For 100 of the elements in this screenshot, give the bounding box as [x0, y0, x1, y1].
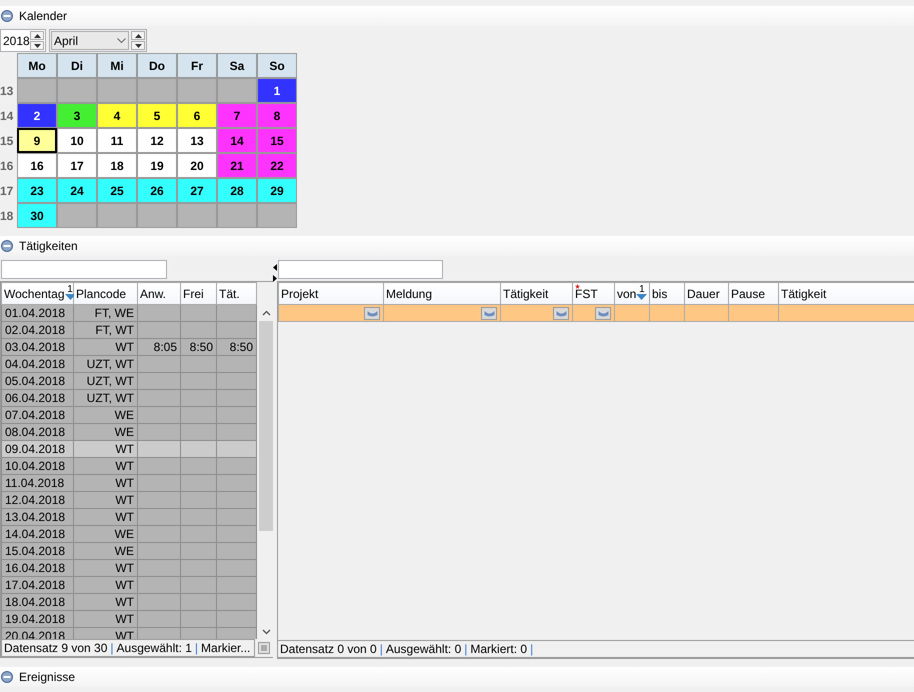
table-row[interactable]: 04.04.2018 UZT, WT	[2, 356, 256, 372]
calendar-day[interactable]: 20	[177, 153, 217, 178]
calendar-day[interactable]: 7	[217, 103, 257, 128]
sort-down-icon[interactable]	[636, 294, 648, 300]
calendar-day[interactable]: 12	[137, 128, 177, 153]
dropdown-button[interactable]	[553, 307, 569, 320]
table-row[interactable]: 02.04.2018 FT, WT	[2, 322, 256, 338]
sort-down-icon[interactable]	[64, 294, 76, 300]
table-row[interactable]: 05.04.2018 UZT, WT	[2, 372, 256, 390]
table-row[interactable]: 08.04.2018 WE	[2, 424, 256, 440]
calendar-day[interactable]: 11	[97, 128, 137, 153]
table-row[interactable]: 14.04.2018 WE	[2, 526, 256, 542]
calendar-day[interactable]: 26	[137, 178, 177, 203]
column-header[interactable]: Frei	[180, 282, 216, 304]
filter-field[interactable]	[278, 260, 443, 279]
down-arrow-icon[interactable]	[34, 44, 40, 48]
column-header[interactable]: Tätigkeit	[778, 282, 914, 304]
column-header[interactable]: bis	[650, 282, 684, 304]
calendar-day[interactable]: 3	[57, 103, 97, 128]
scroll-up-icon[interactable]	[262, 310, 271, 316]
scroll-thumb[interactable]	[259, 321, 273, 531]
calendar-day[interactable]: 29	[257, 178, 297, 203]
scroll-down-icon[interactable]	[262, 629, 271, 635]
column-header[interactable]: Tätigkeit	[500, 282, 572, 304]
filter-field[interactable]	[1, 260, 167, 279]
table-row[interactable]: 19.04.2018 WT	[2, 610, 256, 628]
calendar-day[interactable]: 14	[217, 128, 257, 153]
calendar-day[interactable]: 28	[217, 178, 257, 203]
calendar-day[interactable]: 22	[257, 153, 297, 178]
calendar-day[interactable]: 18	[97, 153, 137, 178]
calendar-day[interactable]: 9	[17, 128, 57, 153]
calendar-day[interactable]: 24	[57, 178, 97, 203]
table-row[interactable]: 06.04.2018 UZT, WT	[2, 390, 256, 406]
calendar-day[interactable]: 27	[177, 178, 217, 203]
week-number: 17	[0, 182, 14, 200]
calendar-day[interactable]: 2	[17, 103, 57, 128]
right-arrow-icon[interactable]	[273, 275, 277, 282]
table-row[interactable]: 07.04.2018 WE	[2, 406, 256, 424]
column-header[interactable]: Dauer	[684, 282, 728, 304]
input-cell[interactable]	[684, 304, 728, 322]
calendar-day[interactable]: 16	[17, 153, 57, 178]
calendar-day[interactable]: 19	[137, 153, 177, 178]
calendar-day[interactable]: 8	[257, 103, 297, 128]
column-header[interactable]: Meldung	[384, 282, 500, 304]
dropdown-button[interactable]	[481, 307, 497, 320]
column-header[interactable]: Wochentag 1	[2, 282, 74, 304]
table-row[interactable]: 10.04.2018 WT	[2, 458, 256, 474]
calendar-day[interactable]: 23	[17, 178, 57, 203]
column-header[interactable]: von 1	[614, 282, 650, 304]
input-cell[interactable]	[572, 304, 614, 322]
calendar-day[interactable]: 5	[137, 103, 177, 128]
table-cell: 8:50	[230, 340, 253, 354]
calendar-day[interactable]: 6	[177, 103, 217, 128]
chevron-down-icon[interactable]	[117, 38, 126, 43]
column-header[interactable]: Pause	[728, 282, 778, 304]
calendar-day[interactable]: 30	[17, 203, 57, 228]
input-cell[interactable]	[650, 304, 684, 322]
collapse-icon[interactable]	[1, 240, 13, 252]
year-spinner[interactable]: 2018	[0, 29, 46, 52]
input-cell[interactable]	[500, 304, 572, 322]
dropdown-button[interactable]	[364, 307, 380, 320]
column-header[interactable]: FST	[572, 282, 614, 304]
calendar-day[interactable]: 17	[57, 153, 97, 178]
column-header[interactable]: Plancode	[74, 282, 138, 304]
calendar-day[interactable]: 4	[97, 103, 137, 128]
table-row[interactable]: 09.04.2018 WT	[2, 440, 256, 458]
month-spinner[interactable]: April	[49, 29, 147, 52]
input-cell[interactable]	[778, 304, 914, 322]
calendar-day[interactable]: 10	[57, 128, 97, 153]
input-cell[interactable]	[614, 304, 650, 322]
input-cell[interactable]	[278, 304, 384, 322]
table-cell: 15.04.2018	[5, 544, 66, 558]
calendar-day[interactable]: 13	[177, 128, 217, 153]
table-row[interactable]: 13.04.2018 WT	[2, 508, 256, 526]
calendar-day[interactable]: 15	[257, 128, 297, 153]
input-cell[interactable]	[384, 304, 500, 322]
table-row[interactable]: 18.04.2018 WT	[2, 594, 256, 610]
collapse-icon[interactable]	[1, 10, 13, 22]
collapse-icon[interactable]	[1, 671, 13, 683]
up-arrow-icon[interactable]	[134, 34, 142, 38]
column-header[interactable]: Anw.	[138, 282, 180, 304]
table-cell: 04.04.2018	[5, 356, 66, 370]
square-icon[interactable]	[258, 642, 270, 654]
calendar-day[interactable]: 25	[97, 178, 137, 203]
table-row[interactable]: 16.04.2018 WT	[2, 560, 256, 576]
left-arrow-icon[interactable]	[273, 264, 277, 271]
up-arrow-icon[interactable]	[34, 34, 40, 38]
table-row[interactable]: 01.04.2018 FT, WE	[2, 304, 256, 322]
table-row[interactable]: 12.04.2018 WT	[2, 492, 256, 508]
down-arrow-icon[interactable]	[134, 44, 142, 48]
table-row[interactable]: 15.04.2018 WE	[2, 542, 256, 560]
dropdown-button[interactable]	[595, 307, 611, 320]
table-row[interactable]: 11.04.2018 WT	[2, 474, 256, 492]
calendar-day[interactable]: 1	[257, 78, 297, 103]
table-row[interactable]: 17.04.2018 WT	[2, 576, 256, 594]
column-header[interactable]: Projekt	[278, 282, 384, 304]
calendar-day[interactable]: 21	[217, 153, 257, 178]
table-row[interactable]: 03.04.2018 WT 8:05 8:50 8:50	[2, 338, 256, 356]
input-cell[interactable]	[728, 304, 778, 322]
column-header[interactable]: Tät.	[216, 282, 256, 304]
